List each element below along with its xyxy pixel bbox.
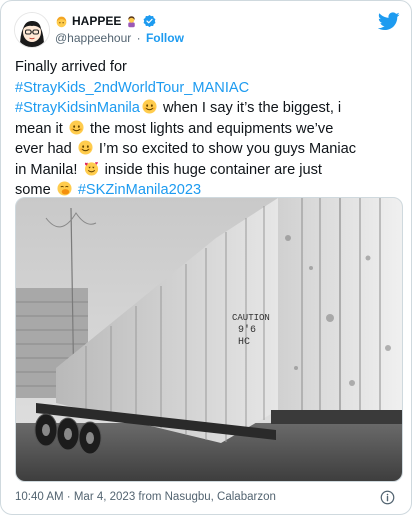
verified-badge-icon: [143, 14, 156, 27]
hashtag-link[interactable]: #SKZinManila2023: [78, 182, 201, 198]
tweet-text-segment: Finally arrived for: [15, 59, 127, 75]
tweet-time[interactable]: 10:40 AM: [15, 491, 64, 503]
display-name: HAPPEE: [72, 14, 122, 28]
hc-marking: HC: [238, 337, 250, 348]
container-truck-photo: CAUTION 9'6 HC: [16, 198, 402, 481]
cartoon-girl-avatar-icon: [15, 13, 49, 47]
avatar[interactable]: [14, 12, 50, 48]
smiling-face-icon: [142, 99, 157, 114]
smiling-face-icon: [69, 119, 84, 135]
tweet-card: HAPPEE @happeehour · Follow Finally arri…: [0, 0, 412, 515]
separator-dot: ·: [66, 491, 71, 503]
handle[interactable]: @happeehour: [55, 31, 131, 45]
tweet-text-line: mean it the most lights and equipments w…: [15, 119, 401, 140]
tweet-text-segment: inside this huge container are just: [100, 161, 322, 178]
tweet-meta: 10:40 AM · Mar 4, 2023 from Nasugbu, Cal…: [15, 491, 276, 503]
height-marking: 9'6: [238, 324, 256, 336]
tweet-text-segment: I’m so excited to show you guys Maniac: [94, 141, 357, 157]
follow-button[interactable]: Follow: [146, 31, 184, 45]
person-emoji-icon: [56, 16, 67, 27]
tweet-text-segment: some: [15, 182, 55, 198]
tweet-text-line: Finally arrived for: [15, 57, 401, 78]
face-with-hand-over-mouth-icon: [57, 181, 72, 196]
tweet-text-line: #StrayKidsinManila when I say it’s the b…: [15, 98, 401, 119]
hashtag-link[interactable]: #StrayKids_2ndWorldTour_MANIAC: [15, 80, 249, 96]
tweet-text-segment: ever had: [15, 141, 76, 157]
tweet-text: Finally arrived for #StrayKids_2ndWorldTo…: [15, 57, 401, 201]
fairy-emoji-icon: [128, 15, 136, 27]
smiling-face-with-hearts-icon: [84, 161, 98, 176]
tweet-text-segment: mean it: [15, 120, 67, 137]
twitter-bird-icon[interactable]: [378, 12, 400, 31]
separator-dot: ·: [136, 31, 141, 45]
caution-marking: CAUTION: [232, 313, 270, 323]
handle-row: @happeehour · Follow: [55, 31, 184, 45]
tweet-text-line: ever had I’m so excited to show you guys…: [15, 139, 401, 160]
tweet-text-segment: when I say it’s the biggest, i: [158, 100, 342, 116]
tweet-text-segment: in Manila!: [15, 161, 82, 178]
tweet-text-segment: the most lights and equipments we’ve: [85, 120, 334, 137]
hashtag-link[interactable]: #StrayKidsinManila: [15, 100, 140, 116]
tweet-location: from Nasugbu, Calabarzon: [138, 491, 276, 503]
author-name-row[interactable]: HAPPEE: [55, 13, 157, 29]
tweet-text-line: in Manila! inside this huge container ar…: [15, 160, 401, 181]
info-icon[interactable]: [380, 490, 395, 505]
tweet-text-line: #StrayKids_2ndWorldTour_MANIAC: [15, 78, 401, 99]
tweet-photo[interactable]: CAUTION 9'6 HC: [15, 197, 403, 482]
tweet-date[interactable]: Mar 4, 2023: [74, 491, 135, 503]
smiling-face-icon: [78, 140, 93, 155]
